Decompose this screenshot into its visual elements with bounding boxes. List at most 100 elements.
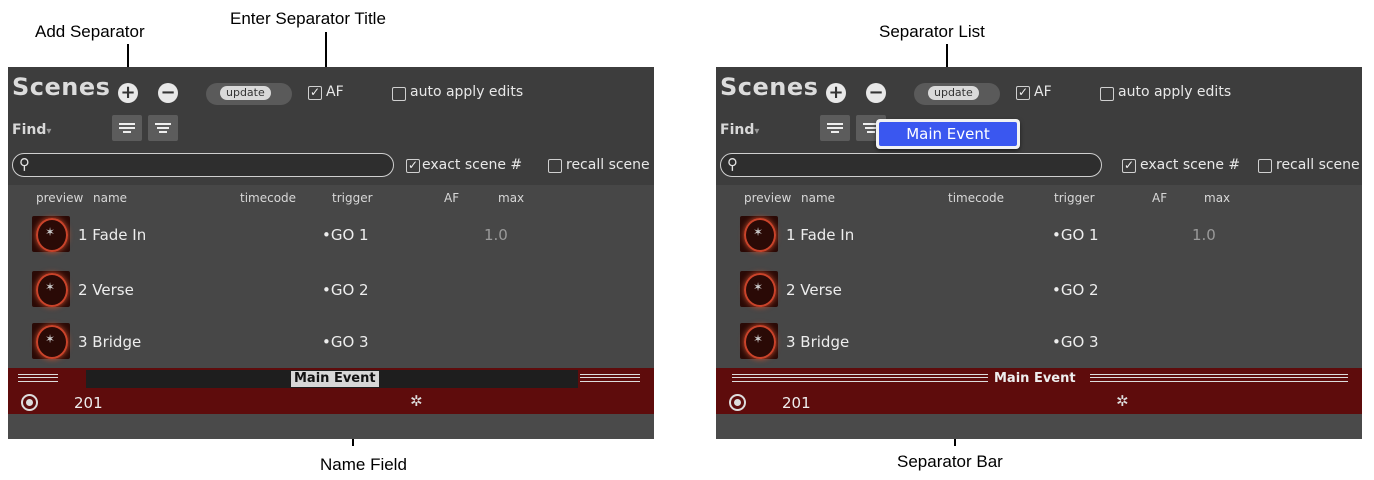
column-header-name[interactable]: name — [801, 191, 835, 205]
af-checkbox[interactable]: ✓ — [308, 86, 322, 100]
scenes-panel-left: Scenes + − update ✓ AF auto apply edits … — [8, 67, 654, 439]
exact-scene-label: exact scene # — [1140, 157, 1241, 173]
camera-icon[interactable] — [729, 394, 746, 411]
search-icon: ⚲ — [727, 155, 738, 173]
af-label: AF — [1034, 84, 1052, 100]
scene-trigger: •GO 1 — [1052, 226, 1099, 244]
scene-row[interactable]: 2 Verse •GO 2 — [716, 263, 1362, 320]
find-label: Find — [12, 122, 47, 138]
panel-title: Scenes — [12, 73, 111, 101]
scene-thumbnail — [32, 271, 70, 307]
update-label: update — [928, 86, 979, 100]
auto-apply-label: auto apply edits — [1118, 84, 1232, 100]
column-header-name[interactable]: name — [93, 191, 127, 205]
remove-button[interactable]: − — [866, 83, 886, 103]
remove-button[interactable]: − — [158, 83, 178, 103]
scene-thumbnail — [740, 216, 778, 252]
callout-name-field: Name Field — [320, 455, 407, 474]
search-input[interactable]: ⚲ — [720, 153, 1102, 177]
find-menu[interactable]: Find▾ — [720, 122, 759, 138]
column-header-trigger[interactable]: trigger — [332, 191, 373, 205]
scene-trigger: •GO 3 — [322, 333, 369, 351]
column-header-max[interactable]: max — [1204, 191, 1230, 205]
add-separator-button[interactable]: + — [118, 83, 138, 103]
column-header-af[interactable]: AF — [444, 191, 459, 205]
separator-filter-button[interactable] — [112, 115, 142, 141]
recall-scene-checkbox[interactable] — [548, 159, 562, 173]
recall-scene-label: recall scene — [566, 157, 650, 173]
scene-row[interactable]: 1 Fade In •GO 1 1.0 — [8, 208, 654, 265]
add-separator-button[interactable]: + — [826, 83, 846, 103]
panel-title: Scenes — [720, 73, 819, 101]
separator-list-dropdown[interactable]: Main Event — [876, 119, 1020, 149]
scene-name: 3 Bridge — [786, 333, 850, 351]
separator-bar[interactable]: Main Event — [716, 368, 1362, 390]
af-checkbox[interactable]: ✓ — [1016, 86, 1030, 100]
gear-icon[interactable]: ✲ — [1116, 392, 1129, 410]
column-header-timecode[interactable]: timecode — [240, 191, 296, 205]
separator-lines-left — [732, 374, 988, 382]
scene-number: 201 — [74, 394, 103, 412]
exact-scene-label: exact scene # — [422, 157, 523, 173]
separator-title: Main Event — [994, 371, 1076, 386]
column-header-preview[interactable]: preview — [36, 191, 83, 205]
scene-footer-row[interactable]: 201 ✲ — [716, 390, 1362, 414]
exact-scene-checkbox[interactable]: ✓ — [1122, 159, 1136, 173]
scene-thumbnail — [740, 271, 778, 307]
find-menu[interactable]: Find▾ — [12, 122, 51, 138]
update-label: update — [220, 86, 271, 100]
separator-lines-left — [18, 374, 58, 382]
scene-trigger: •GO 3 — [1052, 333, 1099, 351]
scene-name: 1 Fade In — [78, 226, 147, 244]
column-header-preview[interactable]: preview — [744, 191, 791, 205]
scene-row[interactable]: 1 Fade In •GO 1 1.0 — [716, 208, 1362, 265]
scene-name: 1 Fade In — [786, 226, 855, 244]
scene-number: 201 — [782, 394, 811, 412]
scene-thumbnail — [740, 323, 778, 359]
separator-list-item[interactable]: Main Event — [879, 122, 1017, 146]
scene-trigger: •GO 2 — [322, 281, 369, 299]
separator-lines-right — [1090, 374, 1348, 382]
scene-thumbnail — [32, 216, 70, 252]
empty-area — [8, 414, 654, 439]
filter-button[interactable] — [148, 115, 178, 141]
column-header-trigger[interactable]: trigger — [1054, 191, 1095, 205]
scene-trigger: •GO 2 — [1052, 281, 1099, 299]
empty-area — [716, 414, 1362, 439]
scene-row[interactable]: 3 Bridge •GO 3 — [716, 315, 1362, 372]
scene-row[interactable]: 3 Bridge •GO 3 — [8, 315, 654, 372]
column-header-max[interactable]: max — [498, 191, 524, 205]
auto-apply-label: auto apply edits — [410, 84, 524, 100]
callout-separator-bar: Separator Bar — [897, 452, 1003, 471]
update-button[interactable]: update — [206, 83, 292, 105]
scene-name: 2 Verse — [78, 281, 134, 299]
scene-max: 1.0 — [1192, 226, 1216, 244]
callout-enter-separator-title: Enter Separator Title — [230, 9, 386, 28]
recall-scene-label: recall scene — [1276, 157, 1360, 173]
scene-thumbnail — [32, 323, 70, 359]
column-header-timecode[interactable]: timecode — [948, 191, 1004, 205]
scenes-panel-right: Scenes + − update ✓ AF auto apply edits … — [716, 67, 1362, 439]
separator-lines-right — [580, 374, 640, 382]
column-header-af[interactable]: AF — [1152, 191, 1167, 205]
separator-name-field[interactable]: Main Event — [291, 371, 379, 387]
scene-name: 3 Bridge — [78, 333, 142, 351]
search-input[interactable]: ⚲ — [12, 153, 394, 177]
auto-apply-checkbox[interactable] — [392, 87, 406, 101]
auto-apply-checkbox[interactable] — [1100, 87, 1114, 101]
af-label: AF — [326, 84, 344, 100]
recall-scene-checkbox[interactable] — [1258, 159, 1272, 173]
camera-icon[interactable] — [21, 394, 38, 411]
scene-footer-row[interactable]: 201 ✲ — [8, 390, 654, 414]
separator-filter-button[interactable] — [820, 115, 850, 141]
exact-scene-checkbox[interactable]: ✓ — [406, 159, 420, 173]
gear-icon[interactable]: ✲ — [410, 392, 423, 410]
search-icon: ⚲ — [19, 155, 30, 173]
chevron-down-icon: ▾ — [46, 126, 52, 137]
chevron-down-icon: ▾ — [754, 126, 760, 137]
scene-row[interactable]: 2 Verse •GO 2 — [8, 263, 654, 320]
update-button[interactable]: update — [914, 83, 1000, 105]
separator-bar[interactable]: Main Event — [8, 368, 654, 390]
find-label: Find — [720, 122, 755, 138]
scene-trigger: •GO 1 — [322, 226, 369, 244]
